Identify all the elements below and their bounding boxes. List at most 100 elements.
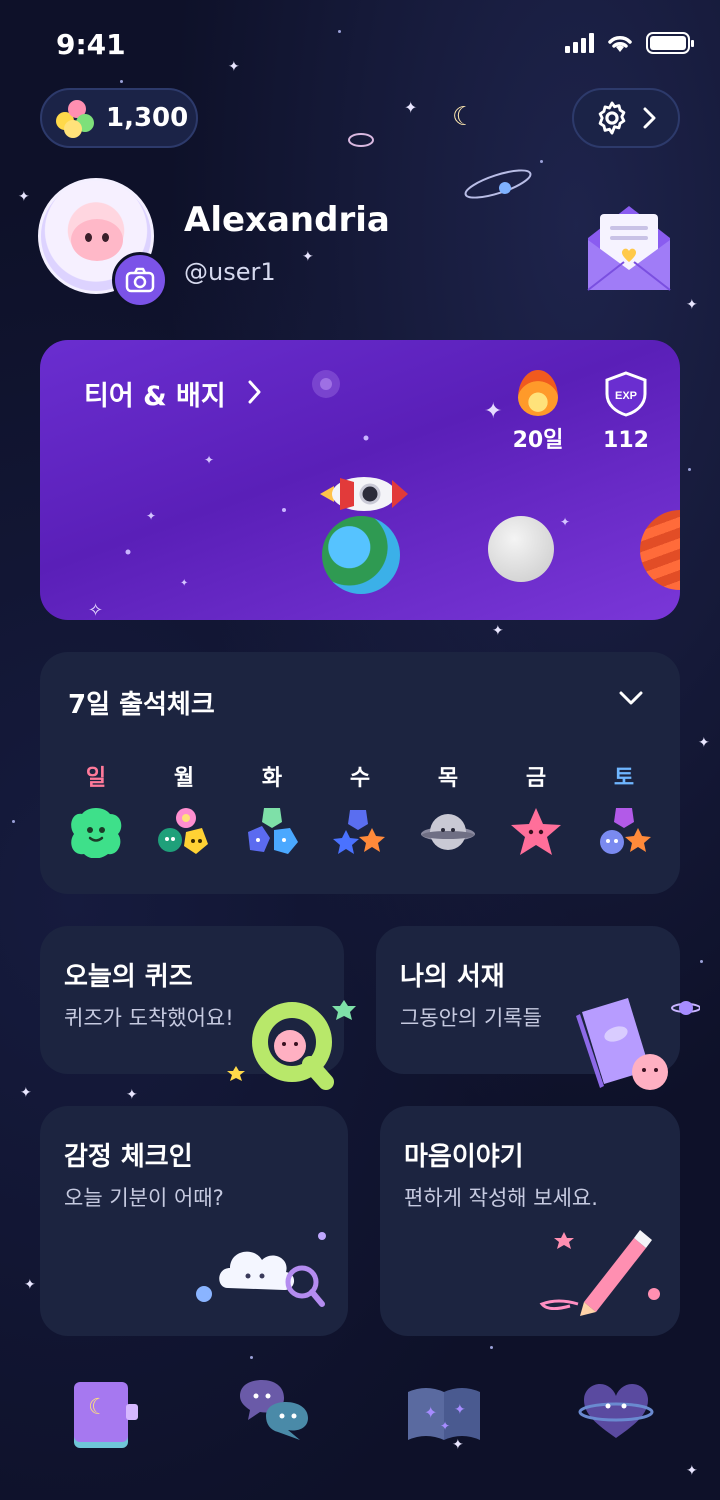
quiz-title: 오늘의 퀴즈 xyxy=(64,962,193,992)
tier-title: 티어 & 배지 xyxy=(84,381,226,412)
emotion-checkin-card[interactable]: 감정 체크인 오늘 기분이 어때? xyxy=(40,1106,348,1336)
status-bar: 9:41 xyxy=(0,0,720,90)
svg-text:✦: ✦ xyxy=(180,578,188,589)
day-label: 화 xyxy=(261,766,283,791)
heart-planet-icon xyxy=(578,1384,654,1438)
cloud-magnifier-icon xyxy=(196,1232,326,1307)
day-sat[interactable]: 토 xyxy=(588,760,660,862)
tier-badge-card[interactable]: ✦ ✦ ✦ ✦ ✧ ✦ 티어 & 배지 20일 EXP 112 xyxy=(40,340,680,620)
blue-shapes-icon xyxy=(248,808,298,854)
sparkle: ✦ xyxy=(24,1277,36,1293)
crescent-moon-icon: ☾ xyxy=(452,102,476,132)
svg-text:✦: ✦ xyxy=(560,515,570,529)
svg-text:☾: ☾ xyxy=(88,1395,108,1420)
day-sun[interactable]: 일 xyxy=(60,760,132,862)
sparkle: ✦ xyxy=(404,98,418,117)
ringed-planet-icon xyxy=(464,169,532,199)
nav-heart[interactable] xyxy=(576,1370,656,1450)
svg-text:✦: ✦ xyxy=(424,1403,437,1422)
day-label: 토 xyxy=(613,766,635,791)
earth-icon xyxy=(322,516,400,594)
day-mon[interactable]: 월 xyxy=(148,760,220,862)
nav-library[interactable]: ✦ ✦ ✦ xyxy=(404,1370,484,1450)
day-tue[interactable]: 화 xyxy=(236,760,308,862)
day-thu[interactable]: 목 xyxy=(412,760,484,862)
exp-badge-label: EXP xyxy=(615,390,637,402)
green-blob-icon xyxy=(71,808,122,859)
change-photo-button[interactable] xyxy=(112,252,168,308)
emotion-subtitle: 오늘 기분이 어때? xyxy=(64,1186,224,1210)
day-label: 수 xyxy=(349,766,371,791)
svg-text:✦: ✦ xyxy=(484,399,502,424)
coin-balance-pill[interactable]: 1,300 xyxy=(40,88,198,148)
quiz-q-character-icon xyxy=(227,1000,356,1090)
day-label: 금 xyxy=(525,766,547,791)
library-subtitle: 그동안의 기록들 xyxy=(400,1006,542,1030)
star-friends-icon xyxy=(333,810,385,854)
gray-planet-icon xyxy=(421,814,475,850)
avatar-face xyxy=(71,219,123,261)
nav-chat[interactable] xyxy=(234,1370,314,1450)
chat-bubbles-icon xyxy=(240,1380,308,1440)
flower-coin-icon xyxy=(54,98,96,138)
moon-icon xyxy=(488,516,554,582)
exp-stat: EXP 112 xyxy=(596,370,656,453)
day-label: 월 xyxy=(173,766,195,791)
library-card[interactable]: 나의 서재 그동안의 기록들 xyxy=(376,926,700,1090)
story-card[interactable]: 마음이야기 편하게 작성해 보세요. xyxy=(380,1106,680,1336)
svg-text:✦: ✦ xyxy=(146,509,156,523)
svg-text:✦: ✦ xyxy=(440,1419,450,1433)
mail-heart-icon[interactable] xyxy=(584,200,674,294)
diary-book-icon: ☾ xyxy=(74,1382,138,1448)
day-label: 일 xyxy=(85,766,107,791)
sparkle: ✦ xyxy=(492,623,504,639)
attendance-title: 7일 출석체크 xyxy=(68,690,215,720)
day-fri[interactable]: 금 xyxy=(500,760,572,862)
emotion-title: 감정 체크인 xyxy=(64,1142,193,1172)
chevron-down-icon[interactable] xyxy=(618,690,644,706)
status-icons xyxy=(565,32,694,54)
sparkle: ✦ xyxy=(18,189,30,205)
rocket-icon xyxy=(320,477,408,511)
day-label: 목 xyxy=(437,766,459,791)
sparkle: ✦ xyxy=(686,297,698,313)
bottom-navigation: ☾ ✦ ✦ ✦ xyxy=(0,1360,720,1460)
attendance-card: 7일 출석체크 일 월 화 수 목 금 토 xyxy=(40,652,680,894)
sparkle: ✦ xyxy=(686,1463,698,1479)
fire-icon xyxy=(518,370,558,416)
pencil-icon xyxy=(539,1230,660,1316)
purple-friends-icon xyxy=(600,808,651,854)
sparkle: ✦ xyxy=(126,1087,138,1103)
pink-star-icon xyxy=(511,808,561,855)
chevron-right-icon xyxy=(643,107,656,129)
gear-icon xyxy=(598,101,626,135)
sparkle: ✦ xyxy=(302,249,314,265)
cellular-signal-icon xyxy=(565,33,594,53)
battery-icon xyxy=(646,32,694,54)
story-title: 마음이야기 xyxy=(404,1142,524,1172)
user-handle: @user1 xyxy=(184,258,276,286)
svg-text:✦: ✦ xyxy=(454,1402,466,1418)
story-subtitle: 편하게 작성해 보세요. xyxy=(404,1186,598,1210)
svg-text:✧: ✧ xyxy=(88,600,103,620)
sparkle: ✦ xyxy=(698,735,710,751)
exp-value: 112 xyxy=(603,428,649,453)
book-character-icon xyxy=(576,998,700,1090)
ring-icon xyxy=(348,133,374,147)
quiz-card[interactable]: 오늘의 퀴즈 퀴즈가 도착했어요! xyxy=(40,926,356,1090)
quiz-subtitle: 퀴즈가 도착했어요! xyxy=(64,1006,234,1030)
camera-icon xyxy=(125,267,155,293)
status-time: 9:41 xyxy=(56,28,126,61)
exp-shield-icon: EXP xyxy=(605,371,647,417)
chevron-right-icon xyxy=(248,380,261,404)
open-book-icon: ✦ ✦ ✦ xyxy=(408,1388,480,1440)
settings-button[interactable] xyxy=(572,88,680,148)
attendance-days: 일 월 화 수 목 금 토 xyxy=(60,760,660,862)
library-title: 나의 서재 xyxy=(400,962,505,992)
user-name: Alexandria xyxy=(184,200,390,240)
streak-value: 20일 xyxy=(512,428,564,453)
coin-balance: 1,300 xyxy=(106,103,189,133)
nav-diary[interactable]: ☾ xyxy=(66,1370,146,1450)
svg-text:✦: ✦ xyxy=(204,453,214,467)
day-wed[interactable]: 수 xyxy=(324,760,396,862)
